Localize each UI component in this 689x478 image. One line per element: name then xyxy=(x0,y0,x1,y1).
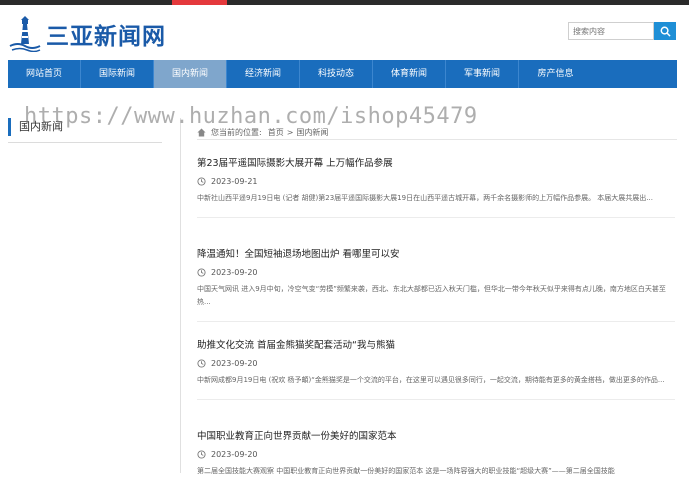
article-date: 2023-09-21 xyxy=(211,177,258,186)
article-date: 2023-09-20 xyxy=(211,268,258,277)
top-bar xyxy=(0,0,689,5)
article-date-row: 2023-09-20 xyxy=(197,450,675,459)
main-nav: 网站首页 国际新闻 国内新闻 经济新闻 科技动态 体育新闻 军事新闻 房产信息 xyxy=(8,60,677,88)
sidebar-divider xyxy=(8,142,162,143)
article-summary: 中新网成都9月19日电 (祝欢 杨予頔)“金熊猫奖是一个交流的平台，在这里可以遇… xyxy=(197,376,665,384)
lighthouse-icon xyxy=(9,16,41,52)
clock-icon xyxy=(197,450,206,459)
nav-item-international[interactable]: 国际新闻 xyxy=(81,60,154,88)
article-title[interactable]: 中国职业教育正向世界贡献一份美好的国家范本 xyxy=(197,428,675,442)
nav-item-economy[interactable]: 经济新闻 xyxy=(227,60,300,88)
search-input[interactable] xyxy=(568,22,654,40)
article-item: 中国职业教育正向世界贡献一份美好的国家范本 2023-09-20 第二届全国技能… xyxy=(197,428,675,478)
article-divider xyxy=(197,399,675,400)
content-divider xyxy=(180,118,181,473)
breadcrumb-underline xyxy=(197,139,677,140)
article-date-row: 2023-09-21 xyxy=(197,177,675,186)
article-divider xyxy=(197,321,675,322)
article-item: 降温通知！全国短袖退场地图出炉 看哪里可以安 2023-09-20 中国天气网讯… xyxy=(197,246,675,322)
site-name: 三亚新闻网 xyxy=(46,23,166,50)
nav-item-military[interactable]: 军事新闻 xyxy=(446,60,519,88)
nav-item-home[interactable]: 网站首页 xyxy=(8,60,81,88)
search-icon xyxy=(660,26,671,37)
home-icon xyxy=(197,128,206,137)
breadcrumb-separator: > xyxy=(286,128,294,137)
article-date-row: 2023-09-20 xyxy=(197,268,675,277)
nav-item-realestate[interactable]: 房产信息 xyxy=(519,60,592,88)
search-box xyxy=(568,22,676,40)
search-button[interactable] xyxy=(654,22,676,40)
article-date: 2023-09-20 xyxy=(211,359,258,368)
article-date: 2023-09-20 xyxy=(211,450,258,459)
watermark-text: https://www.huzhan.com/ishop45479 xyxy=(24,104,478,129)
top-bar-accent xyxy=(172,0,227,5)
clock-icon xyxy=(197,268,206,277)
article-item: 第23届平遥国际摄影大展开幕 上万幅作品参展 2023-09-21 中新社山西平… xyxy=(197,155,675,218)
clock-icon xyxy=(197,177,206,186)
article-divider xyxy=(197,217,675,218)
article-title[interactable]: 助推文化交流 首届金熊猫奖配套活动“我与熊猫 xyxy=(197,337,675,351)
nav-item-tech[interactable]: 科技动态 xyxy=(300,60,373,88)
clock-icon xyxy=(197,359,206,368)
article-item: 助推文化交流 首届金熊猫奖配套活动“我与熊猫 2023-09-20 中新网成都9… xyxy=(197,337,675,400)
nav-item-domestic[interactable]: 国内新闻 xyxy=(154,60,227,88)
article-summary: 中国天气网讯 进入9月中旬，冷空气变“劳模”频繁来袭，西北、东北大部都已迈入秋天… xyxy=(197,285,666,306)
article-date-row: 2023-09-20 xyxy=(197,359,675,368)
site-logo[interactable]: 三亚新闻网 xyxy=(8,14,166,54)
article-title[interactable]: 第23届平遥国际摄影大展开幕 上万幅作品参展 xyxy=(197,155,675,169)
article-summary: 第二届全国技能大赛观察 中国职业教育正向世界贡献一份美好的国家范本 这是一场阵容… xyxy=(197,467,615,475)
article-title[interactable]: 降温通知！全国短袖退场地图出炉 看哪里可以安 xyxy=(197,246,675,260)
nav-item-sports[interactable]: 体育新闻 xyxy=(373,60,446,88)
article-summary: 中新社山西平遥9月19日电 (记者 胡健)第23届平遥国际摄影大展19日在山西平… xyxy=(197,194,653,202)
